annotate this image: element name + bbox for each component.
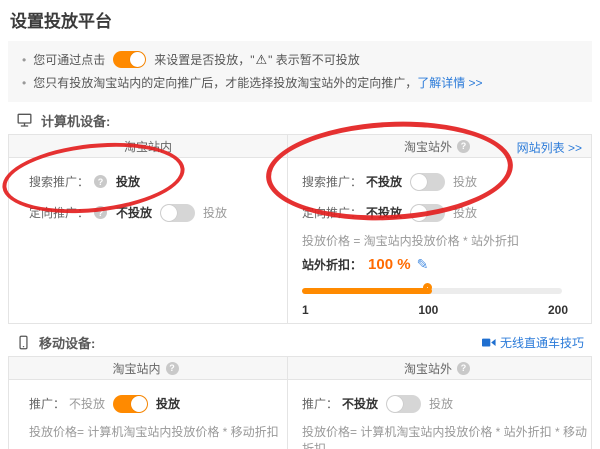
mobile-inside-promo-row: 推广： 不投放 投放 xyxy=(29,388,287,419)
outside-discount-label: 站外折扣： xyxy=(302,256,362,273)
target-promo-state: 不投放 xyxy=(366,204,402,221)
mobile-outside-header-label: 淘宝站外 xyxy=(404,360,452,377)
edit-pencil-icon[interactable]: ✎ xyxy=(417,256,429,273)
search-promo-state: 投放 xyxy=(116,173,140,190)
mobile-outside-header: 淘宝站外 ? xyxy=(288,357,591,379)
search-promo-label: 搜索推广： xyxy=(302,173,362,190)
mobile-panel: 淘宝站内 ? 淘宝站外 ? 推广： 不投放 投放 投放价格= 计算机淘宝站内投放… xyxy=(8,356,592,449)
computer-panel-body: 搜索推广： ? 投放 定向推广： ? 不投放 投放 搜索推广： 不投放 投放 定… xyxy=(9,158,591,323)
computer-section-header: 计算机设备: xyxy=(16,111,592,129)
outside-discount-slider[interactable] xyxy=(302,283,562,299)
search-promo-after: 投放 xyxy=(453,173,477,190)
target-promo-label: 定向推广： xyxy=(302,204,362,221)
page-title: 设置投放平台 xyxy=(10,7,600,32)
outside-discount-value: 100 % xyxy=(368,256,411,273)
mobile-inside-header-label: 淘宝站内 xyxy=(112,360,160,377)
video-camera-icon xyxy=(482,337,496,348)
example-toggle[interactable] xyxy=(113,51,146,68)
slider-handle[interactable] xyxy=(423,283,432,292)
notice-line-1: • 您可通过点击 来设置是否投放，" ⚠ " 表示暂不可投放 xyxy=(20,48,580,71)
computer-inside-header-label: 淘宝站内 xyxy=(124,138,172,155)
promo-label: 推广： xyxy=(302,395,338,412)
promo-state: 不投放 xyxy=(342,395,378,412)
notice-box: • 您可通过点击 来设置是否投放，" ⚠ " 表示暂不可投放 • 您只有投放淘宝… xyxy=(8,41,592,102)
target-promo-after: 投放 xyxy=(453,204,477,221)
learn-more-link[interactable]: 了解详情 >> xyxy=(417,74,482,91)
mobile-inside-header: 淘宝站内 ? xyxy=(9,357,288,379)
computer-section-title: 计算机设备: xyxy=(41,111,110,130)
target-promo-state: 不投放 xyxy=(116,204,152,221)
mobile-panel-header: 淘宝站内 ? 淘宝站外 ? xyxy=(9,357,591,380)
mobile-inside-formula: 投放价格= 计算机淘宝站内投放价格 * 移动折扣 xyxy=(29,423,287,440)
search-promo-label: 搜索推广： xyxy=(29,173,89,190)
notice-1-mid: 来设置是否投放，" xyxy=(154,51,254,68)
computer-outside-search-toggle[interactable] xyxy=(410,173,445,191)
mobile-section-title: 移动设备: xyxy=(39,333,95,352)
outside-price-formula: 投放价格 = 淘宝站内投放价格 * 站外折扣 xyxy=(302,232,591,249)
target-promo-label: 定向推广： xyxy=(29,204,89,221)
mobile-section-header: 移动设备: 无线直通车技巧 xyxy=(16,333,592,351)
scale-min: 1 xyxy=(302,303,309,317)
bullet-icon: • xyxy=(22,53,26,67)
toggle-knob xyxy=(411,205,427,221)
scale-max: 200 xyxy=(548,303,568,317)
outside-discount-row: 站外折扣： 100 % ✎ xyxy=(302,252,591,276)
computer-inside-header: 淘宝站内 xyxy=(9,135,288,157)
computer-outside-search-row: 搜索推广： 不投放 投放 xyxy=(302,166,591,197)
toggle-knob xyxy=(131,396,147,412)
mobile-outside-formula: 投放价格= 计算机淘宝站内投放价格 * 站外折扣 * 移动折扣 xyxy=(302,423,591,440)
notice-2-text: 您只有投放淘宝站内的定向推广后，才能选择投放淘宝站外的定向推广， xyxy=(33,74,417,91)
promo-after: 投放 xyxy=(156,395,180,412)
computer-icon xyxy=(16,112,33,128)
warning-icon: ⚠ xyxy=(255,52,267,68)
scale-mid: 100 xyxy=(418,303,438,317)
computer-outside-cell: 搜索推广： 不投放 投放 定向推广： 不投放 投放 投放价格 = 淘宝站内投放价… xyxy=(288,158,591,323)
help-icon[interactable]: ? xyxy=(457,140,470,153)
computer-outside-target-toggle[interactable] xyxy=(410,204,445,222)
mobile-phone-icon xyxy=(16,334,31,351)
search-promo-state: 不投放 xyxy=(366,173,402,190)
help-icon[interactable]: ? xyxy=(94,206,107,219)
toggle-knob xyxy=(161,205,177,221)
toggle-knob xyxy=(130,52,145,67)
help-icon[interactable]: ? xyxy=(457,362,470,375)
mobile-outside-promo-row: 推广： 不投放 投放 xyxy=(302,388,591,419)
notice-1-end: " 表示暂不可投放 xyxy=(268,51,360,68)
computer-inside-target-row: 定向推广： ? 不投放 投放 xyxy=(29,197,287,228)
promo-label: 推广： xyxy=(29,395,65,412)
bullet-icon: • xyxy=(22,76,26,90)
computer-panel-header: 淘宝站内 淘宝站外 ? 网站列表 >> xyxy=(9,135,591,158)
computer-outside-header-label: 淘宝站外 xyxy=(404,138,452,155)
notice-1-pre: 您可通过点击 xyxy=(33,51,105,68)
help-icon[interactable]: ? xyxy=(94,175,107,188)
mobile-inside-cell: 推广： 不投放 投放 投放价格= 计算机淘宝站内投放价格 * 移动折扣 xyxy=(9,380,288,449)
wireless-tips-link[interactable]: 无线直通车技巧 xyxy=(500,334,584,351)
promo-state: 不投放 xyxy=(69,395,105,412)
computer-inside-target-toggle[interactable] xyxy=(160,204,195,222)
notice-line-2: • 您只有投放淘宝站内的定向推广后，才能选择投放淘宝站外的定向推广， 了解详情 … xyxy=(20,71,580,94)
mobile-outside-promo-toggle[interactable] xyxy=(386,395,421,413)
mobile-inside-promo-toggle[interactable] xyxy=(113,395,148,413)
computer-outside-header: 淘宝站外 ? 网站列表 >> xyxy=(288,135,591,157)
site-list-link[interactable]: 网站列表 >> xyxy=(517,139,582,156)
promo-after: 投放 xyxy=(429,395,453,412)
outside-slider-scale: 1 100 200 xyxy=(302,303,568,317)
help-icon[interactable]: ? xyxy=(166,362,179,375)
toggle-knob xyxy=(411,174,427,190)
mobile-panel-body: 推广： 不投放 投放 投放价格= 计算机淘宝站内投放价格 * 移动折扣 推广： … xyxy=(9,380,591,449)
toggle-knob xyxy=(387,396,403,412)
wireless-tips[interactable]: 无线直通车技巧 xyxy=(482,334,584,351)
target-promo-after: 投放 xyxy=(203,204,227,221)
computer-inside-cell: 搜索推广： ? 投放 定向推广： ? 不投放 投放 xyxy=(9,158,288,323)
computer-inside-search-row: 搜索推广： ? 投放 xyxy=(29,166,287,197)
slider-fill xyxy=(302,288,432,294)
computer-panel: 淘宝站内 淘宝站外 ? 网站列表 >> 搜索推广： ? 投放 定向推广： ? 不… xyxy=(8,134,592,324)
mobile-outside-cell: 推广： 不投放 投放 投放价格= 计算机淘宝站内投放价格 * 站外折扣 * 移动… xyxy=(288,380,591,449)
computer-outside-target-row: 定向推广： 不投放 投放 xyxy=(302,197,591,228)
